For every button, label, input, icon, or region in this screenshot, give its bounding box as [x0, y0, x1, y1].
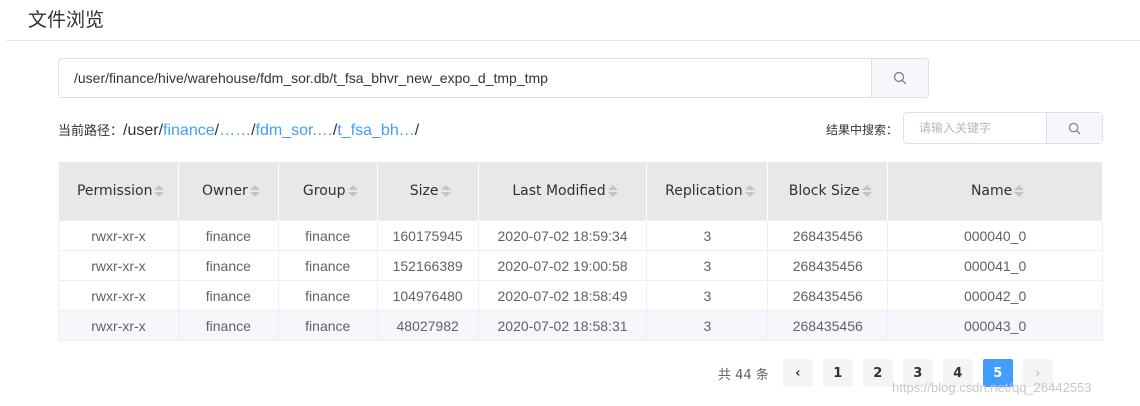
cell-group: finance — [277, 250, 378, 281]
pagination-total: 共 44 条 — [718, 367, 769, 383]
watermark: https://blog.csdn.net/qq_26442553 — [892, 380, 1092, 395]
page-button-2[interactable]: 2 — [862, 359, 893, 387]
cell-group: finance — [277, 310, 378, 341]
cell-size: 160175945 — [376, 220, 479, 251]
breadcrumb: 当前路径：/user/finance/……/fdm_sor.…/t_fsa_bh… — [58, 120, 419, 140]
search-icon — [893, 71, 907, 85]
page-header: 文件浏览 — [6, 0, 1140, 41]
prev-page-button[interactable]: ‹ — [782, 359, 813, 387]
cell-name[interactable]: 000042_0 — [887, 280, 1103, 311]
table-row[interactable]: rwxr-xr-x finance finance 160175945 2020… — [58, 220, 1103, 251]
cell-owner: finance — [177, 310, 279, 341]
breadcrumb-root: /user/ — [123, 122, 164, 139]
keyword-search-input[interactable] — [904, 113, 1047, 143]
column-header-owner[interactable]: Owner — [178, 162, 279, 221]
column-header-last-modified[interactable]: Last Modified — [478, 162, 648, 221]
cell-size: 48027982 — [376, 310, 479, 341]
cell-block-size: 268435456 — [767, 220, 889, 251]
table-row[interactable]: rwxr-xr-x finance finance 152166389 2020… — [58, 250, 1103, 281]
column-header-label: Group — [302, 183, 346, 199]
breadcrumb-link-ellipsis[interactable]: …… — [219, 122, 251, 139]
chevron-right-icon: › — [1035, 365, 1041, 381]
column-header-label: Owner — [201, 183, 248, 199]
cell-owner: finance — [177, 280, 279, 311]
table-row[interactable]: rwxr-xr-x finance finance 48027982 2020-… — [58, 310, 1103, 341]
keyword-search-label: 结果中搜索： — [826, 123, 899, 137]
cell-last-modified: 2020-07-02 19:00:58 — [477, 250, 648, 281]
cell-name[interactable]: 000040_0 — [887, 220, 1103, 251]
column-header-block-size[interactable]: Block Size — [767, 162, 889, 221]
cell-permission: rwxr-xr-x — [58, 310, 179, 341]
table-header-row: Permission Owner Group Size Last Modifie… — [58, 162, 1103, 221]
column-header-label: Replication — [665, 183, 743, 199]
cell-last-modified: 2020-07-02 18:58:31 — [477, 310, 648, 341]
path-search-button[interactable] — [871, 59, 928, 97]
column-header-label: Size — [409, 183, 439, 199]
cell-block-size: 268435456 — [767, 280, 889, 311]
column-header-replication[interactable]: Replication — [646, 162, 769, 221]
breadcrumb-link-finance[interactable]: finance — [163, 122, 215, 139]
column-header-label: Last Modified — [512, 183, 606, 199]
cell-block-size: 268435456 — [767, 250, 889, 281]
cell-block-size: 268435456 — [767, 310, 889, 341]
cell-owner: finance — [177, 250, 279, 281]
breadcrumb-link-t-fsa-bh[interactable]: t_fsa_bh… — [337, 122, 414, 139]
path-input[interactable] — [59, 59, 872, 97]
column-header-label: Block Size — [788, 183, 860, 199]
column-header-size[interactable]: Size — [377, 162, 479, 221]
cell-permission: rwxr-xr-x — [58, 220, 179, 251]
page-title: 文件浏览 — [28, 9, 105, 31]
cell-replication: 3 — [646, 220, 769, 251]
breadcrumb-label: 当前路径： — [58, 123, 124, 138]
column-header-permission[interactable]: Permission — [58, 162, 179, 221]
cell-replication: 3 — [646, 310, 769, 341]
page-button-1[interactable]: 1 — [822, 359, 853, 387]
cell-last-modified: 2020-07-02 18:59:34 — [477, 220, 648, 251]
cell-size: 104976480 — [376, 280, 479, 311]
keyword-search-button[interactable] — [1046, 113, 1102, 143]
breadcrumb-link-fdm-sor[interactable]: fdm_sor.… — [256, 122, 333, 139]
cell-name[interactable]: 000041_0 — [887, 250, 1103, 281]
chevron-left-icon: ‹ — [795, 365, 801, 381]
breadcrumb-separator: / — [414, 122, 420, 139]
cell-last-modified: 2020-07-02 18:58:49 — [477, 280, 648, 311]
path-search-bar — [58, 58, 929, 98]
cell-name[interactable]: 000043_0 — [887, 310, 1103, 341]
cell-permission: rwxr-xr-x — [58, 280, 179, 311]
cell-owner: finance — [177, 220, 279, 251]
cell-group: finance — [277, 280, 378, 311]
column-header-name[interactable]: Name — [887, 162, 1103, 221]
cell-group: finance — [277, 220, 378, 251]
search-icon — [1068, 122, 1081, 134]
cell-size: 152166389 — [376, 250, 479, 281]
column-header-group[interactable]: Group — [278, 162, 378, 221]
column-header-label: Permission — [76, 183, 153, 199]
cell-replication: 3 — [646, 280, 769, 311]
cell-permission: rwxr-xr-x — [58, 250, 179, 281]
keyword-search-box — [903, 112, 1103, 144]
cell-replication: 3 — [646, 250, 769, 281]
column-header-label: Name — [970, 183, 1013, 199]
file-table: Permission Owner Group Size Last Modifie… — [58, 162, 1103, 341]
table-row[interactable]: rwxr-xr-x finance finance 104976480 2020… — [58, 280, 1103, 311]
